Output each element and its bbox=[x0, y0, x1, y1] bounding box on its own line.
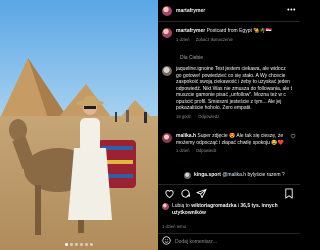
commenter-avatar[interactable] bbox=[162, 133, 172, 143]
comment-line: jaqueline.ignoine Test jestem ciekawa, a… bbox=[176, 66, 286, 72]
carousel-dot bbox=[70, 243, 73, 246]
author-avatar[interactable] bbox=[162, 6, 172, 16]
emoji-icon[interactable] bbox=[162, 236, 171, 248]
caption-text: Postcard from Egypt 🐪🌴🇪🇬 bbox=[206, 28, 272, 34]
carousel-dot bbox=[90, 243, 93, 246]
post-details-panel: martafrymer ••• martafrymer Postcard fro… bbox=[158, 0, 300, 250]
like-comment-heart-icon[interactable] bbox=[289, 133, 296, 155]
more-options-icon[interactable]: ••• bbox=[287, 7, 296, 15]
post-date: 1 dzień temu bbox=[162, 224, 186, 229]
comment-item: malika.h Super zdjęcie 😍 Ale tak się cie… bbox=[162, 133, 296, 155]
comment-item: jaqueline.ignoine Test jestem ciekawa, a… bbox=[162, 66, 296, 128]
reply-link[interactable]: Odpowiedz bbox=[196, 148, 217, 153]
carousel-dot bbox=[85, 243, 88, 246]
for-you-label: Dla Ciebie bbox=[180, 55, 204, 61]
like-heart-icon[interactable] bbox=[162, 187, 176, 201]
post-photo[interactable] bbox=[0, 0, 158, 250]
carousel-dot bbox=[80, 243, 83, 246]
add-comment-input[interactable]: Dodaj komentarz... bbox=[175, 239, 217, 246]
add-comment-bar: Dodaj komentarz... bbox=[158, 233, 300, 250]
author-username[interactable]: martafrymer bbox=[176, 8, 205, 15]
carousel-dot bbox=[65, 243, 68, 246]
carousel-dot bbox=[75, 243, 78, 246]
caption-author-avatar[interactable] bbox=[162, 28, 172, 38]
comment-time: 1 dzień bbox=[176, 148, 190, 153]
reply-avatar[interactable] bbox=[184, 172, 191, 179]
post-actions-bar bbox=[158, 184, 300, 202]
egypt-camel-image bbox=[0, 0, 158, 250]
post-caption: martafrymer Postcard from Egypt 🐪🌴🇪🇬 1 d… bbox=[162, 28, 296, 43]
reply-username[interactable]: kinga.sport bbox=[194, 172, 221, 178]
commenter-username[interactable]: malika.h bbox=[176, 133, 196, 139]
save-bookmark-icon[interactable] bbox=[282, 187, 296, 201]
liker-username[interactable]: wiktoriagromadzka bbox=[191, 203, 236, 209]
reply-preview: kinga.sport @malika.h bylyście razem ? bbox=[184, 172, 296, 179]
caption-time: 1 dzień bbox=[176, 36, 190, 42]
reply-text: bylyście razem ? bbox=[247, 172, 285, 179]
comment-line: zaspokoić swoją ciekawość i żeby to uzys… bbox=[176, 79, 290, 85]
likes-prefix: Lubią to bbox=[172, 203, 190, 209]
reply-link[interactable]: Odpowiedz bbox=[198, 114, 219, 119]
comment-line: pokazaliście hoholo. Zero empatii. bbox=[176, 105, 252, 111]
carousel-indicator bbox=[0, 243, 158, 246]
header-divider bbox=[158, 21, 300, 22]
caption-username[interactable]: martafrymer bbox=[176, 28, 205, 34]
commenter-avatar[interactable] bbox=[162, 66, 172, 76]
comment-bubble-icon[interactable] bbox=[178, 187, 192, 201]
post-header: martafrymer ••• bbox=[162, 5, 296, 17]
likes-summary: Lubią to wiktoriagromadzka i 36,5 tys. i… bbox=[162, 203, 296, 216]
comment-line: muszcie gamonie pisać „unfollow". Mozna … bbox=[176, 92, 286, 98]
comment-time: 19 godz. bbox=[176, 113, 193, 119]
liker-avatar[interactable] bbox=[162, 203, 169, 210]
reply-mention[interactable]: @malika.h bbox=[222, 172, 246, 178]
share-paper-plane-icon[interactable] bbox=[194, 187, 208, 201]
see-translation-link[interactable]: Zobacz tłumaczenie bbox=[196, 37, 233, 42]
